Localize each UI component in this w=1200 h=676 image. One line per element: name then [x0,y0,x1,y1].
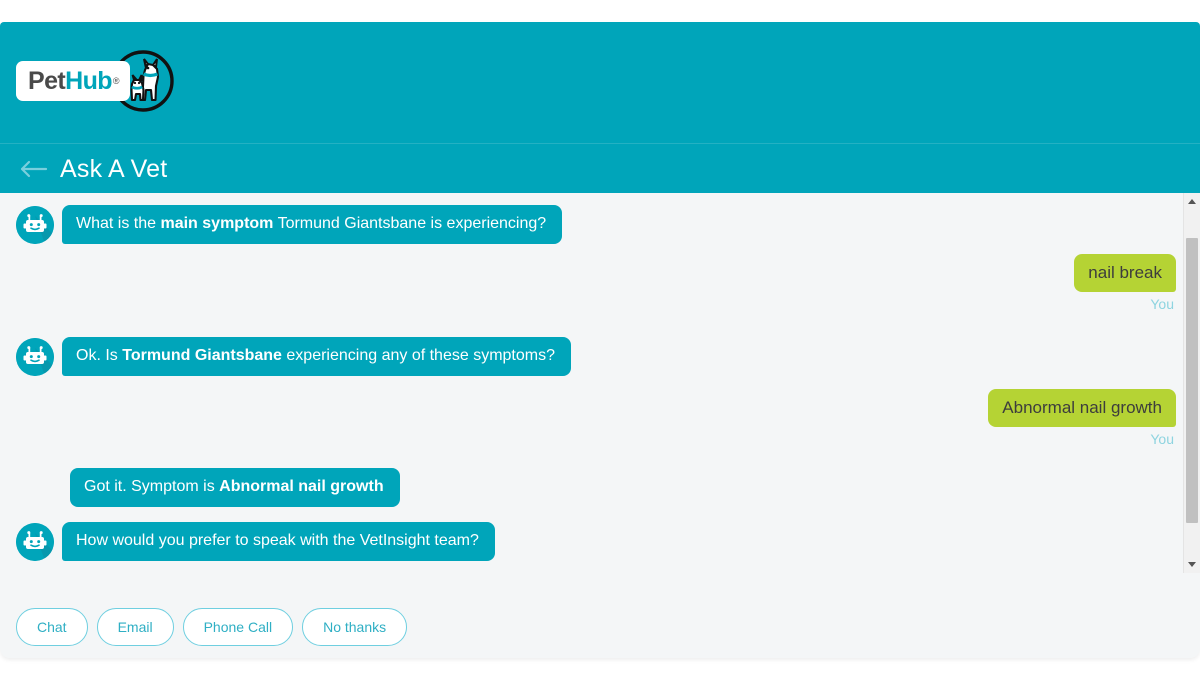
pethub-logo[interactable]: Pet Hub ® [16,48,174,114]
user-label: You [1150,296,1174,313]
message-text: Got it. Symptom is [84,478,220,495]
message-row-user: nail break You [1074,254,1176,312]
quick-reply-options: Chat Email Phone Call No thanks [16,608,408,646]
scroll-down-arrow-icon[interactable] [1184,556,1200,573]
message-row-user: Abnormal nail growth You [988,389,1176,447]
chat-scrollbar[interactable] [1183,193,1200,573]
bot-message-bubble: How would you prefer to speak with the V… [62,522,495,561]
quick-reply-chat[interactable]: Chat [16,608,88,646]
back-arrow-icon[interactable] [18,157,48,181]
brand-name-pet: Pet [28,66,66,95]
message-text: How would you prefer to speak with the V… [76,532,479,549]
user-label: You [1150,431,1174,448]
registered-mark: ® [112,76,120,86]
bot-message-bubble: Got it. Symptom is Abnormal nail growth [70,468,400,507]
message-text: Ok. Is [76,347,123,364]
user-message-bubble: nail break [1074,254,1176,293]
message-text: What is the [76,215,161,232]
bot-message-bubble: Ok. Is Tormund Giantsbane experiencing a… [62,337,571,376]
message-row-bot: What is the main symptom Tormund Giantsb… [16,205,563,244]
message-row-bot: Ok. Is Tormund Giantsbane experiencing a… [16,337,571,376]
bot-message-bubble: What is the main symptom Tormund Giantsb… [62,205,563,244]
message-row-bot: Got it. Symptom is Abnormal nail growth [16,468,400,507]
ask-a-vet-app: Pet Hub ® Ask A Vet What is the main sym… [0,22,1200,658]
quick-reply-phone-call[interactable]: Phone Call [182,608,294,646]
message-text-tail: experiencing any of these symptoms? [281,347,555,364]
message-text-bold: main symptom [160,215,274,232]
chat-message-area: What is the main symptom Tormund Giantsb… [0,193,1200,658]
brand-row: Pet Hub ® [0,22,1200,143]
brand-name-hub: Hub [65,66,112,95]
robot-avatar-icon [16,338,54,376]
quick-reply-no-thanks[interactable]: No thanks [302,608,408,646]
message-text-bold: Abnormal nail growth [219,478,384,495]
quick-reply-email[interactable]: Email [96,608,174,646]
page-title-row: Ask A Vet [0,143,1200,194]
scroll-up-arrow-icon[interactable] [1184,193,1200,210]
robot-avatar-icon [16,206,54,244]
user-message-bubble: Abnormal nail growth [988,389,1176,428]
message-text-tail: Tormund Giantsbane is experiencing? [273,215,547,232]
page-title: Ask A Vet [60,154,168,183]
pethub-wordmark: Pet Hub ® [16,61,130,101]
scrollbar-thumb[interactable] [1186,238,1198,523]
robot-avatar-icon [16,523,54,561]
app-header: Pet Hub ® Ask A Vet [0,22,1200,193]
message-row-bot: How would you prefer to speak with the V… [16,522,495,561]
message-text-bold: Tormund Giantsbane [122,347,282,364]
